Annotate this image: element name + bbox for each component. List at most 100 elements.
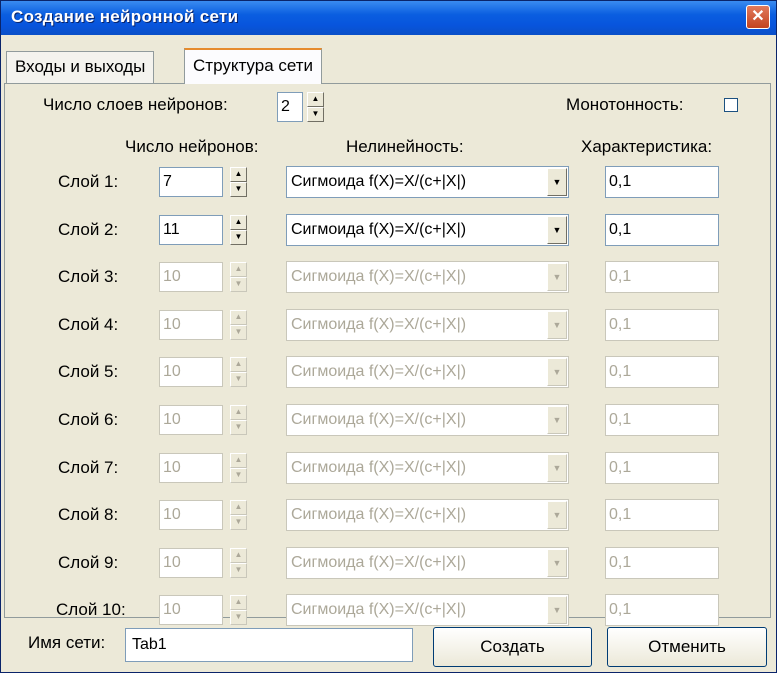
chevron-down-icon[interactable]: ▼	[547, 168, 567, 196]
nonlinearity-select[interactable]: Сигмоида f(X)=X/(c+|X|) ▼	[286, 261, 569, 293]
stepper-down-icon[interactable]: ▼	[230, 563, 247, 578]
stepper-up-icon[interactable]: ▲	[307, 92, 324, 107]
characteristic-input[interactable]: 0,1	[605, 499, 719, 531]
chevron-down-icon[interactable]: ▼	[547, 501, 567, 529]
chevron-down-icon[interactable]: ▼	[547, 263, 567, 291]
close-button[interactable]: ✕	[746, 5, 770, 29]
stepper-down-icon[interactable]: ▼	[230, 610, 247, 625]
characteristic-input[interactable]: 0,1	[605, 547, 719, 579]
layer-label: Слой 7:	[58, 458, 119, 477]
window-title: Создание нейронной сети	[11, 7, 239, 26]
stepper-up-icon[interactable]: ▲	[230, 500, 247, 515]
neurons-stepper[interactable]: ▲ ▼	[230, 595, 247, 625]
characteristic-input[interactable]: 0,1	[605, 594, 719, 626]
tab-inputs-outputs[interactable]: Входы и выходы	[6, 51, 155, 83]
chevron-down-icon[interactable]: ▼	[547, 549, 567, 577]
neurons-input[interactable]: 10	[159, 548, 223, 578]
stepper-up-icon[interactable]: ▲	[230, 595, 247, 610]
neurons-input[interactable]: 10	[159, 405, 223, 435]
stepper-up-icon[interactable]: ▲	[230, 262, 247, 277]
stepper-down-icon[interactable]: ▼	[230, 515, 247, 530]
neurons-input[interactable]: 10	[159, 595, 223, 625]
characteristic-input[interactable]: 0,1	[605, 214, 719, 246]
neurons-stepper[interactable]: ▲ ▼	[230, 262, 247, 292]
neurons-input[interactable]: 10	[159, 453, 223, 483]
neurons-stepper[interactable]: ▲ ▼	[230, 500, 247, 530]
stepper-down-icon[interactable]: ▼	[230, 230, 247, 245]
layers-count-stepper[interactable]: ▲ ▼	[307, 92, 324, 122]
neurons-stepper[interactable]: ▲ ▼	[230, 357, 247, 387]
characteristic-input[interactable]: 0,1	[605, 404, 719, 436]
chevron-down-icon[interactable]: ▼	[547, 596, 567, 624]
stepper-up-icon[interactable]: ▲	[230, 357, 247, 372]
neurons-input[interactable]: 10	[159, 262, 223, 292]
dialog-window: Создание нейронной сети ✕ Входы и выходы…	[0, 0, 777, 673]
chevron-down-icon[interactable]: ▼	[547, 311, 567, 339]
neurons-stepper[interactable]: ▲ ▼	[230, 453, 247, 483]
close-icon: ✕	[751, 8, 765, 25]
cancel-button[interactable]: Отменить	[607, 627, 767, 667]
stepper-down-icon[interactable]: ▼	[230, 372, 247, 387]
nonlinearity-column-header: Нелинейность:	[346, 137, 464, 156]
stepper-down-icon[interactable]: ▼	[230, 420, 247, 435]
create-button[interactable]: Создать	[433, 627, 592, 667]
characteristic-column-header: Характеристика:	[581, 137, 713, 156]
title-bar[interactable]: Создание нейронной сети ✕	[1, 1, 776, 35]
chevron-down-icon[interactable]: ▼	[547, 454, 567, 482]
neurons-input[interactable]: 10	[159, 357, 223, 387]
layer-label: Слой 2:	[58, 220, 119, 239]
layer-label: Слой 10:	[56, 600, 126, 619]
chevron-down-icon[interactable]: ▼	[547, 216, 567, 244]
monotonic-checkbox[interactable]	[724, 98, 738, 112]
stepper-down-icon[interactable]: ▼	[230, 325, 247, 340]
neurons-column-header: Число нейронов:	[125, 137, 259, 156]
nonlinearity-select[interactable]: Сигмоида f(X)=X/(c+|X|) ▼	[286, 309, 569, 341]
stepper-down-icon[interactable]: ▼	[230, 182, 247, 197]
nonlinearity-select[interactable]: Сигмоида f(X)=X/(c+|X|) ▼	[286, 594, 569, 626]
stepper-up-icon[interactable]: ▲	[230, 405, 247, 420]
tab-network-structure[interactable]: Структура сети	[184, 48, 323, 84]
nonlinearity-select[interactable]: Сигмоида f(X)=X/(c+|X|) ▼	[286, 404, 569, 436]
neurons-input[interactable]: 11	[159, 215, 223, 245]
neurons-stepper[interactable]: ▲ ▼	[230, 167, 247, 197]
characteristic-input[interactable]: 0,1	[605, 356, 719, 388]
characteristic-input[interactable]: 0,1	[605, 166, 719, 198]
nonlinearity-value: Сигмоида f(X)=X/(c+|X|)	[291, 268, 467, 285]
nonlinearity-select[interactable]: Сигмоида f(X)=X/(c+|X|) ▼	[286, 356, 569, 388]
layers-count-input[interactable]: 2	[277, 92, 303, 122]
nonlinearity-value: Сигмоида f(X)=X/(c+|X|)	[291, 506, 467, 523]
stepper-down-icon[interactable]: ▼	[230, 277, 247, 292]
nonlinearity-select[interactable]: Сигмоида f(X)=X/(c+|X|) ▼	[286, 166, 569, 198]
nonlinearity-select[interactable]: Сигмоида f(X)=X/(c+|X|) ▼	[286, 214, 569, 246]
network-name-input[interactable]: Tab1	[125, 628, 413, 662]
neurons-input[interactable]: 10	[159, 310, 223, 340]
stepper-down-icon[interactable]: ▼	[230, 468, 247, 483]
layer-label: Слой 3:	[58, 267, 119, 286]
layer-label: Слой 8:	[58, 505, 119, 524]
neurons-stepper[interactable]: ▲ ▼	[230, 215, 247, 245]
chevron-down-icon[interactable]: ▼	[547, 406, 567, 434]
neurons-stepper[interactable]: ▲ ▼	[230, 548, 247, 578]
neurons-stepper[interactable]: ▲ ▼	[230, 405, 247, 435]
neurons-input[interactable]: 10	[159, 500, 223, 530]
stepper-up-icon[interactable]: ▲	[230, 167, 247, 182]
stepper-up-icon[interactable]: ▲	[230, 310, 247, 325]
layer-label: Слой 5:	[58, 362, 119, 381]
stepper-down-icon[interactable]: ▼	[307, 107, 324, 122]
chevron-down-icon[interactable]: ▼	[547, 358, 567, 386]
stepper-up-icon[interactable]: ▲	[230, 453, 247, 468]
characteristic-input[interactable]: 0,1	[605, 309, 719, 341]
nonlinearity-select[interactable]: Сигмоида f(X)=X/(c+|X|) ▼	[286, 499, 569, 531]
characteristic-input[interactable]: 0,1	[605, 261, 719, 293]
nonlinearity-select[interactable]: Сигмоида f(X)=X/(c+|X|) ▼	[286, 547, 569, 579]
network-name-label: Имя сети:	[28, 633, 106, 652]
neurons-input[interactable]: 7	[159, 167, 223, 197]
layer-label: Слой 4:	[58, 315, 119, 334]
nonlinearity-value: Сигмоида f(X)=X/(c+|X|)	[291, 601, 467, 618]
characteristic-input[interactable]: 0,1	[605, 452, 719, 484]
nonlinearity-select[interactable]: Сигмоида f(X)=X/(c+|X|) ▼	[286, 452, 569, 484]
nonlinearity-value: Сигмоида f(X)=X/(c+|X|)	[291, 173, 467, 190]
neurons-stepper[interactable]: ▲ ▼	[230, 310, 247, 340]
stepper-up-icon[interactable]: ▲	[230, 548, 247, 563]
stepper-up-icon[interactable]: ▲	[230, 215, 247, 230]
